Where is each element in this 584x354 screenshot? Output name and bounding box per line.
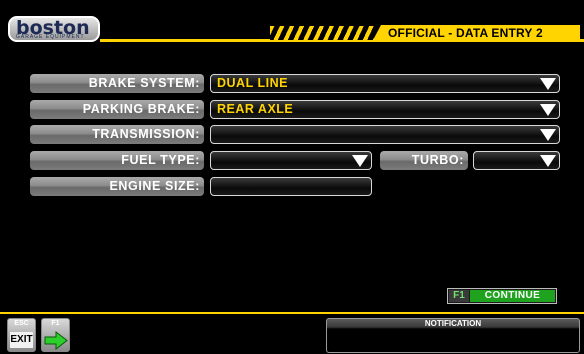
continue-button[interactable]: F1 CONTINUE — [447, 288, 557, 304]
parking-brake-value: REAR AXLE — [217, 102, 294, 116]
dropdown-arrow-icon[interactable] — [540, 104, 556, 116]
logo-subtitle: GARAGE EQUIPMENT — [16, 34, 85, 40]
dropdown-arrow-icon[interactable] — [540, 129, 556, 141]
exit-label: EXIT — [10, 332, 33, 348]
parking-brake-label: PARKING BRAKE: — [30, 100, 204, 119]
fuel-type-dropdown[interactable] — [210, 151, 372, 170]
fuel-type-label: FUEL TYPE: — [30, 151, 204, 170]
header-bar: boston GARAGE EQUIPMENT OFFICIAL - DATA … — [0, 0, 584, 44]
esc-key-label: ESC — [14, 320, 29, 327]
right-arrow-icon — [44, 331, 68, 350]
continue-key-label: F1 — [449, 290, 469, 302]
engine-size-label: ENGINE SIZE: — [30, 177, 204, 196]
brake-system-value: DUAL LINE — [217, 76, 288, 90]
exit-button[interactable]: ESC EXIT — [7, 318, 36, 352]
brake-system-dropdown[interactable]: DUAL LINE — [210, 74, 560, 93]
f1-next-button[interactable]: F1 — [41, 318, 70, 352]
turbo-dropdown[interactable] — [473, 151, 560, 170]
continue-label: CONTINUE — [470, 290, 555, 302]
footer-divider — [0, 312, 584, 314]
transmission-label: TRANSMISSION: — [30, 125, 204, 144]
parking-brake-dropdown[interactable]: REAR AXLE — [210, 100, 560, 119]
page-title-tab: OFFICIAL - DATA ENTRY 2 — [372, 25, 580, 42]
header-stripes — [270, 26, 374, 40]
boston-logo: boston GARAGE EQUIPMENT — [8, 16, 100, 42]
notification-panel: NOTIFICATION — [326, 318, 580, 353]
dropdown-arrow-icon[interactable] — [540, 155, 556, 167]
page-title: OFFICIAL - DATA ENTRY 2 — [388, 26, 543, 40]
turbo-label: TURBO: — [380, 151, 468, 170]
dropdown-arrow-icon[interactable] — [540, 78, 556, 90]
transmission-dropdown[interactable] — [210, 125, 560, 144]
engine-size-input[interactable] — [210, 177, 372, 196]
dropdown-arrow-icon[interactable] — [352, 155, 368, 167]
brake-system-label: BRAKE SYSTEM: — [30, 74, 204, 93]
f1-key-label: F1 — [51, 320, 60, 327]
notification-title: NOTIFICATION — [424, 319, 482, 328]
